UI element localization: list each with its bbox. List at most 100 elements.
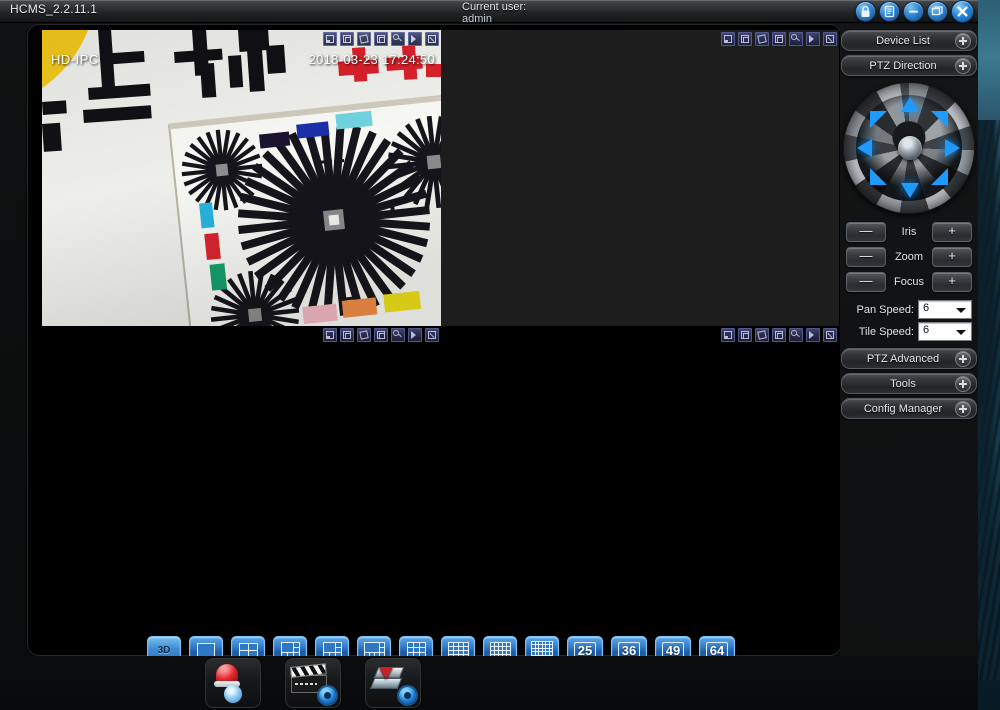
window-controls: [855, 0, 974, 23]
zoom-icon[interactable]: [789, 328, 803, 342]
movie-clapper-icon: [289, 663, 327, 693]
audio-icon[interactable]: [408, 32, 422, 46]
close-icon[interactable]: [425, 328, 439, 342]
record-icon[interactable]: [340, 328, 354, 342]
app-title: HCMS_2.2.11.1: [10, 2, 98, 16]
plus-icon[interactable]: [955, 33, 971, 49]
snapshot-icon[interactable]: [721, 328, 735, 342]
close-icon[interactable]: [823, 32, 837, 46]
sidebar-item-label: PTZ Direction: [869, 59, 937, 72]
video-pane-2[interactable]: [441, 30, 839, 326]
record-icon[interactable]: [340, 32, 354, 46]
tile-speed-value: 6: [923, 324, 930, 336]
sidebar-item-label: PTZ Advanced: [866, 352, 940, 365]
plus-icon[interactable]: [955, 401, 971, 417]
zoom-control-row: — Zoom +: [846, 247, 972, 267]
focus-control-row: — Focus +: [846, 272, 972, 292]
video-pane-4[interactable]: [441, 326, 839, 622]
taskbar-backup-settings[interactable]: [365, 658, 421, 708]
plus-icon[interactable]: [955, 58, 971, 74]
playback-icon[interactable]: [755, 328, 769, 342]
iris-plus-button[interactable]: +: [931, 222, 972, 242]
audio-icon[interactable]: [806, 328, 820, 342]
pan-speed-select[interactable]: 6: [918, 300, 972, 319]
backup-restore-icon: [369, 666, 405, 692]
focus-plus-button[interactable]: +: [932, 272, 972, 292]
zoom-icon[interactable]: [789, 32, 803, 46]
gear-icon: [399, 687, 416, 704]
right-side-panel: Device List PTZ Direction — Iris + — Zoo…: [840, 24, 978, 710]
stop-icon[interactable]: [374, 32, 388, 46]
maximize-button[interactable]: [927, 0, 948, 22]
plus-icon[interactable]: [955, 376, 971, 392]
plus-icon[interactable]: [955, 351, 971, 367]
pan-speed-row: Pan Speed: 6: [846, 300, 972, 319]
stop-icon[interactable]: [772, 328, 786, 342]
pane-toolbar-4: [721, 328, 837, 342]
sidebar-item-ptz-advanced[interactable]: PTZ Advanced: [841, 348, 977, 369]
current-user-label: Current user:: [462, 1, 527, 13]
tile-speed-select[interactable]: 6: [918, 322, 972, 341]
playback-icon[interactable]: [357, 328, 371, 342]
ptz-direction-pad[interactable]: [843, 82, 975, 214]
playback-icon[interactable]: [357, 32, 371, 46]
video-pane-1[interactable]: HD-IPC 2018-03-23 17:24:50: [42, 30, 441, 326]
osd-channel-name: HD-IPC: [51, 52, 99, 67]
close-icon[interactable]: [425, 32, 439, 46]
taskbar-playback-settings[interactable]: [285, 658, 341, 708]
zoom-minus-button[interactable]: —: [846, 247, 886, 267]
record-icon[interactable]: [738, 328, 752, 342]
ptz-up-icon[interactable]: [901, 97, 919, 112]
focus-minus-button[interactable]: —: [846, 272, 886, 292]
sidebar-item-tools[interactable]: Tools: [841, 373, 977, 394]
tile-speed-row: Tile Speed: 6: [846, 322, 972, 341]
close-icon[interactable]: [823, 328, 837, 342]
video-grid: HD-IPC 2018-03-23 17:24:50: [42, 30, 839, 622]
sidebar-item-label: Tools: [890, 377, 916, 390]
snapshot-icon[interactable]: [323, 32, 337, 46]
zoom-icon[interactable]: [391, 32, 405, 46]
close-button[interactable]: [951, 0, 974, 23]
audio-icon[interactable]: [806, 32, 820, 46]
snapshot-icon[interactable]: [323, 328, 337, 342]
gear-icon: [319, 687, 336, 704]
sidebar-item-label: Config Manager: [863, 402, 943, 415]
minimize-button[interactable]: [903, 0, 924, 22]
chevron-down-icon[interactable]: [956, 308, 966, 313]
layout-button-label: 3D: [157, 644, 171, 656]
video-area-frame: HD-IPC 2018-03-23 17:24:50 3D 25 36 49 6…: [27, 24, 842, 664]
sidebar-item-device-list[interactable]: Device List: [841, 30, 977, 51]
iris-label: Iris: [901, 226, 917, 238]
pan-speed-value: 6: [923, 302, 930, 314]
focus-label: Focus: [894, 276, 924, 288]
pan-speed-label: Pan Speed:: [856, 303, 915, 316]
stop-icon[interactable]: [772, 32, 786, 46]
taskbar-alarm-settings[interactable]: [205, 658, 261, 708]
iris-minus-button[interactable]: —: [846, 222, 886, 242]
record-icon[interactable]: [738, 32, 752, 46]
ptz-center-stop[interactable]: [898, 136, 922, 160]
ptz-right-icon[interactable]: [945, 139, 960, 157]
playback-icon[interactable]: [755, 32, 769, 46]
ptz-down-icon[interactable]: [901, 183, 919, 198]
current-user: Current user: admin: [462, 1, 582, 25]
chevron-down-icon[interactable]: [956, 330, 966, 335]
tile-speed-label: Tile Speed:: [858, 325, 914, 338]
ptz-left-icon[interactable]: [857, 139, 872, 157]
log-button[interactable]: [879, 0, 900, 22]
lock-button[interactable]: [855, 0, 876, 22]
pane-toolbar-1: [323, 32, 439, 46]
stop-icon[interactable]: [374, 328, 388, 342]
snapshot-icon[interactable]: [721, 32, 735, 46]
audio-icon[interactable]: [408, 328, 422, 342]
sidebar-item-config-manager[interactable]: Config Manager: [841, 398, 977, 419]
zoom-label: Zoom: [894, 251, 924, 263]
zoom-icon[interactable]: [391, 328, 405, 342]
video-stream-image: [42, 30, 441, 326]
bottom-taskbar: [0, 656, 978, 710]
video-pane-3[interactable]: [42, 326, 441, 622]
pane-toolbar-2: [721, 32, 837, 46]
zoom-plus-button[interactable]: +: [932, 247, 972, 267]
sidebar-item-ptz-direction[interactable]: PTZ Direction: [841, 55, 977, 76]
sidebar-item-label: Device List: [876, 34, 930, 47]
